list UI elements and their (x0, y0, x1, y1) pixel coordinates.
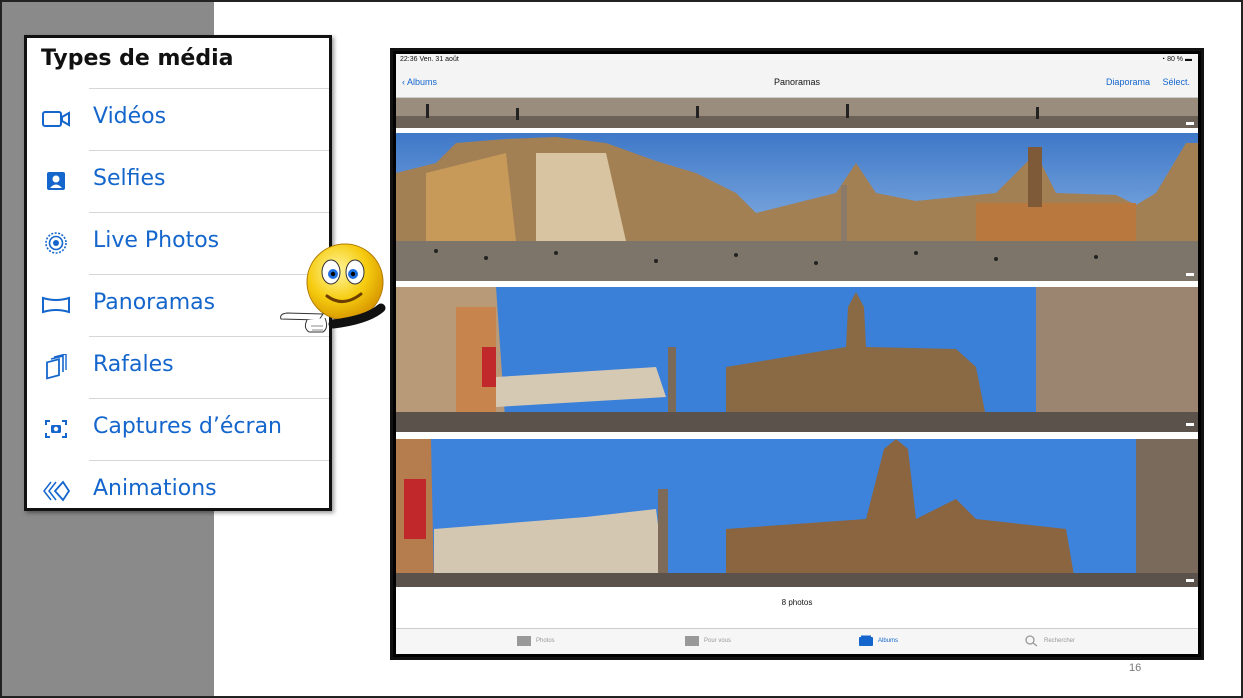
tab-label: Photos (536, 638, 555, 644)
nav-actions: Diaporama Sélect. (1096, 77, 1190, 87)
media-item-label: Animations (93, 476, 217, 501)
status-time: 22:36 Ven. 31 août (400, 56, 459, 63)
separator (89, 88, 329, 89)
panorama-thumbnail[interactable] (396, 439, 1198, 587)
status-bar: 22:36 Ven. 31 août ◔ 80 % ▬ (396, 54, 1198, 68)
tab-for-you[interactable]: Pour vous (684, 635, 731, 647)
media-item-animations[interactable]: Animations (27, 460, 329, 522)
nav-title: Panoramas (773, 77, 821, 87)
media-item-videos[interactable]: Vidéos (27, 88, 329, 150)
media-item-selfies[interactable]: Selfies (27, 150, 329, 212)
media-item-label: Captures d’écran (93, 414, 282, 439)
pointing-smiley-icon (280, 243, 386, 333)
media-item-screenshots[interactable]: Captures d’écran (27, 398, 329, 460)
photo-count: 8 photos (781, 598, 813, 607)
tab-label: Pour vous (704, 638, 732, 644)
photos-tab-icon (517, 636, 531, 646)
tab-photos[interactable]: Photos (516, 635, 555, 647)
tab-label: Albums (878, 638, 899, 644)
battery-level: 80 % (1167, 56, 1184, 63)
tab-bar: Photos Pour vous Albums Rechercher (396, 628, 1198, 654)
albums-tab-icon (859, 635, 873, 646)
separator (89, 150, 329, 151)
panorama-thumbnail[interactable] (396, 133, 1198, 281)
media-types-title: Types de média (41, 46, 234, 71)
screenshot-icon (45, 420, 67, 438)
media-item-label: Rafales (93, 352, 174, 377)
separator (89, 398, 329, 399)
separator (89, 460, 329, 461)
tab-search[interactable]: Rechercher (1024, 635, 1075, 647)
page-number: 16 (1129, 662, 1142, 674)
media-item-label: Selfies (93, 166, 166, 191)
ipad-screen: 22:36 Ven. 31 août ◔ 80 % ▬ ‹ Albums Pan… (396, 54, 1198, 654)
burst-icon (46, 354, 67, 380)
panorama-thumbnail[interactable] (396, 287, 1198, 432)
for-you-tab-icon (685, 636, 699, 646)
panorama-icon (42, 296, 70, 314)
separator (89, 212, 329, 213)
media-item-label: Panoramas (93, 290, 216, 315)
nav-bar: ‹ Albums Panoramas Diaporama Sélect. (396, 68, 1198, 98)
panorama-thumbnail[interactable] (396, 98, 1198, 128)
video-icon (42, 111, 70, 127)
tab-label: Rechercher (1044, 638, 1076, 644)
live-photos-icon (45, 232, 67, 254)
battery-indicator: ◔ 80 % ▬ (1161, 56, 1192, 63)
select-button[interactable]: Sélect. (1162, 77, 1190, 87)
animation-icon (43, 480, 71, 502)
media-item-label: Vidéos (93, 104, 167, 129)
search-tab-icon (1025, 635, 1038, 647)
tab-albums[interactable]: Albums (858, 635, 898, 647)
media-item-label: Live Photos (93, 228, 220, 253)
slideshow-button[interactable]: Diaporama (1106, 77, 1150, 87)
selfie-icon (47, 172, 65, 190)
wifi-icon: ◔ (1160, 56, 1166, 63)
ipad-frame: 22:36 Ven. 31 août ◔ 80 % ▬ ‹ Albums Pan… (390, 48, 1204, 660)
slide: Types de média Vidéos Selfies Live Photo… (0, 0, 1243, 698)
battery-icon: ▬ (1185, 56, 1192, 63)
